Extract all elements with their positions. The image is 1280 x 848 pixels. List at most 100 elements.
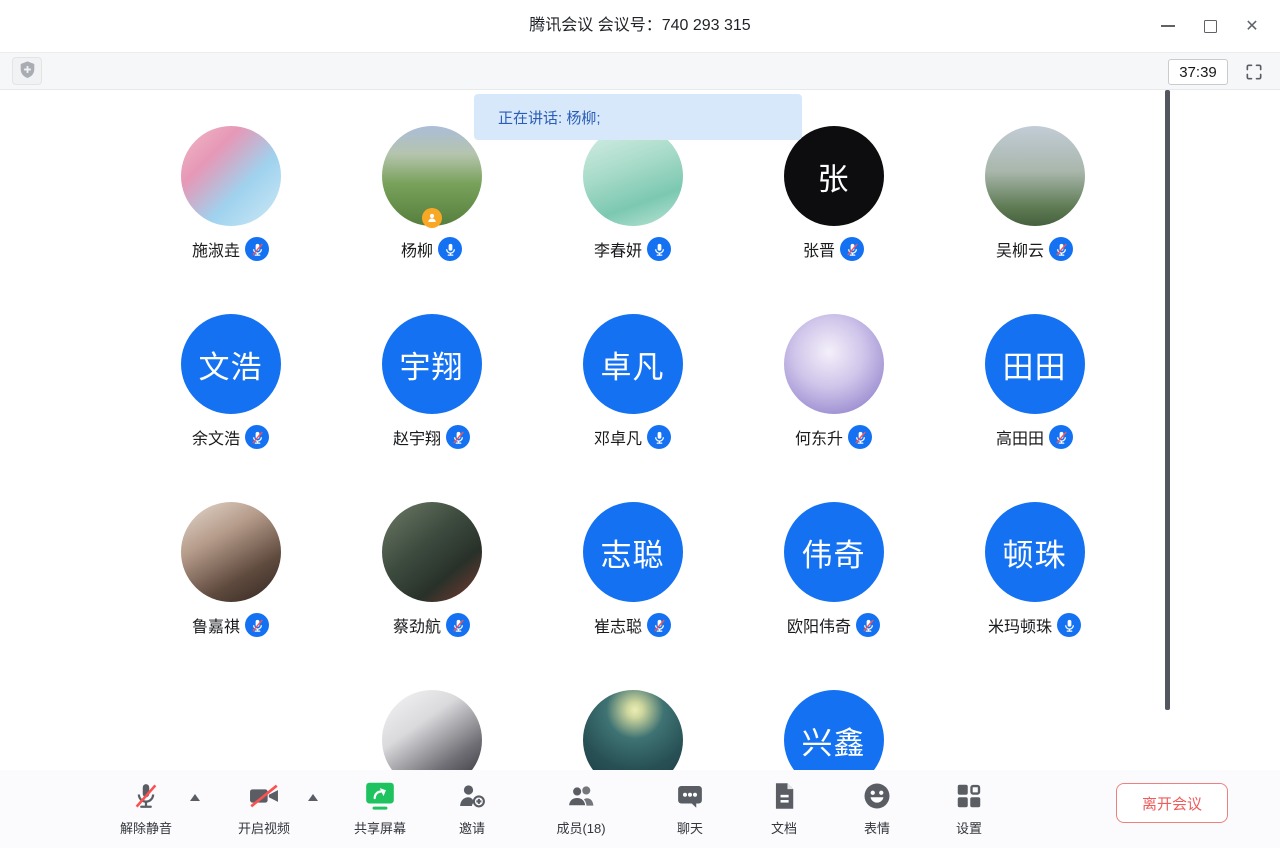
mic-on-icon xyxy=(1057,613,1081,637)
toolbar-label: 解除静音 xyxy=(120,818,172,837)
participant-tile[interactable]: 顿珠米玛顿珠 xyxy=(934,466,1135,654)
mic-muted-icon xyxy=(120,778,172,814)
participant-area: 正在讲话: 杨柳; 施淑垚杨柳李春妍张张晋吴柳云文浩余文浩宇翔赵宇翔卓凡邓卓凡何… xyxy=(0,90,1280,770)
toolbar-share-screen-button[interactable]: 共享屏幕 xyxy=(354,778,406,837)
mic-muted-icon xyxy=(245,425,269,449)
participant-tile[interactable]: 鲁嘉祺 xyxy=(130,466,331,654)
participant-avatar-initials: 兴鑫 xyxy=(784,690,884,770)
caret-up-icon[interactable] xyxy=(308,794,318,801)
members-icon xyxy=(556,778,605,814)
avatar-initials-text: 兴鑫 xyxy=(802,718,866,763)
participant-name: 邓卓凡 xyxy=(594,425,642,449)
settings-icon xyxy=(954,778,984,814)
toolbar-members-button[interactable]: 成员(18) xyxy=(556,778,605,837)
toolbar-invite-button[interactable]: 邀请 xyxy=(457,778,487,837)
toolbar-label: 开启视频 xyxy=(238,818,290,837)
participant-avatar-photo xyxy=(985,126,1085,226)
participant-name: 杨柳 xyxy=(401,237,433,261)
participant-avatar-photo xyxy=(382,126,482,226)
participant-tile[interactable]: 何东升 xyxy=(733,278,934,466)
mic-muted-icon xyxy=(848,425,872,449)
avatar-initials-text: 志聪 xyxy=(601,530,665,575)
avatar-initials-text: 田田 xyxy=(1003,342,1067,387)
participant-name: 高田田 xyxy=(996,425,1044,449)
participant-avatar-photo xyxy=(181,126,281,226)
participant-name: 余文浩 xyxy=(192,425,240,449)
participant-avatar-photo xyxy=(382,690,482,770)
toolbar-camera-off-button[interactable]: 开启视频 xyxy=(238,778,290,837)
leave-meeting-button[interactable]: 离开会议 xyxy=(1116,783,1228,823)
mic-on-icon xyxy=(647,425,671,449)
participant-tile[interactable]: 吴柳云 xyxy=(934,90,1135,278)
participant-tile[interactable]: 兴鑫 xyxy=(733,654,934,770)
avatar-initials-text: 宇翔 xyxy=(400,342,464,387)
mic-muted-icon xyxy=(245,237,269,261)
scrollbar-thumb[interactable] xyxy=(1165,90,1170,710)
toolbar-label: 共享屏幕 xyxy=(354,818,406,837)
participant-name: 崔志聪 xyxy=(594,613,642,637)
participant-tile[interactable] xyxy=(532,654,733,770)
meeting-security-button[interactable] xyxy=(12,57,42,85)
participant-name: 蔡劲航 xyxy=(393,613,441,637)
participant-name: 李春妍 xyxy=(594,237,642,261)
toolbar-emoji-button[interactable]: 表情 xyxy=(862,778,892,837)
toolbar-chat-button[interactable]: 聊天 xyxy=(675,778,705,837)
participant-name: 鲁嘉祺 xyxy=(192,613,240,637)
meeting-duration: 37:39 xyxy=(1168,59,1228,85)
speaking-banner-text: 正在讲话: 杨柳; xyxy=(498,107,601,128)
participant-tile[interactable]: 卓凡邓卓凡 xyxy=(532,278,733,466)
title-bar: 腾讯会议 会议号：740 293 315 ✕ xyxy=(0,0,1280,52)
participant-name: 赵宇翔 xyxy=(393,425,441,449)
toolbar-mic-muted-button[interactable]: 解除静音 xyxy=(120,778,172,837)
toolbar-label: 表情 xyxy=(862,818,892,837)
participant-tile[interactable] xyxy=(331,654,532,770)
participant-avatar-initials: 宇翔 xyxy=(382,314,482,414)
mic-on-icon xyxy=(647,237,671,261)
invite-icon xyxy=(457,778,487,814)
toolbar-docs-button[interactable]: 文档 xyxy=(770,778,798,837)
participant-name: 张晋 xyxy=(803,237,835,261)
participant-tile[interactable]: 田田高田田 xyxy=(934,278,1135,466)
mic-muted-icon xyxy=(446,613,470,637)
camera-off-icon xyxy=(238,778,290,814)
toolbar-label: 邀请 xyxy=(457,818,487,837)
participant-name: 米玛顿珠 xyxy=(988,613,1052,637)
toolbar-items: 解除静音 开启视频 共享屏幕 邀请 成员(18) 聊天 文档表情 设置 xyxy=(0,770,1280,848)
participant-avatar-initials: 志聪 xyxy=(583,502,683,602)
participant-avatar-initials: 伟奇 xyxy=(784,502,884,602)
participant-grid: 施淑垚杨柳李春妍张张晋吴柳云文浩余文浩宇翔赵宇翔卓凡邓卓凡何东升田田高田田鲁嘉祺… xyxy=(130,90,1280,770)
participant-tile[interactable]: 文浩余文浩 xyxy=(130,278,331,466)
participant-tile[interactable]: 施淑垚 xyxy=(130,90,331,278)
bottom-toolbar: 解除静音 开启视频 共享屏幕 邀请 成员(18) 聊天 文档表情 设置 离开会议 xyxy=(0,770,1280,848)
participant-avatar-photo xyxy=(583,690,683,770)
participant-tile[interactable]: 宇翔赵宇翔 xyxy=(331,278,532,466)
avatar-initials-text: 伟奇 xyxy=(802,530,866,575)
caret-up-icon[interactable] xyxy=(190,794,200,801)
toolbar-label: 设置 xyxy=(954,818,984,837)
participant-tile[interactable]: 伟奇欧阳伟奇 xyxy=(733,466,934,654)
mic-muted-icon xyxy=(1049,237,1073,261)
window-controls: ✕ xyxy=(1152,0,1268,52)
participant-tile[interactable]: 蔡劲航 xyxy=(331,466,532,654)
maximize-icon[interactable] xyxy=(1194,10,1226,42)
chat-icon xyxy=(675,778,705,814)
participant-avatar-photo xyxy=(784,314,884,414)
avatar-initials-text: 张 xyxy=(818,154,850,199)
close-icon[interactable]: ✕ xyxy=(1236,10,1268,42)
participant-avatar-initials: 卓凡 xyxy=(583,314,683,414)
mic-muted-icon xyxy=(245,613,269,637)
mic-muted-icon xyxy=(446,425,470,449)
toolbar-settings-button[interactable]: 设置 xyxy=(954,778,984,837)
toolbar-label: 成员(18) xyxy=(556,818,605,837)
emoji-icon xyxy=(862,778,892,814)
meeting-top-toolbar: 37:39 xyxy=(0,52,1280,90)
participant-tile[interactable]: 志聪崔志聪 xyxy=(532,466,733,654)
minimize-icon[interactable] xyxy=(1152,10,1184,42)
participant-avatar-photo xyxy=(181,502,281,602)
fullscreen-icon[interactable] xyxy=(1242,60,1266,84)
speaking-banner: 正在讲话: 杨柳; xyxy=(474,94,802,140)
host-badge-icon xyxy=(422,208,442,228)
participant-name: 何东升 xyxy=(795,425,843,449)
avatar-initials-text: 顿珠 xyxy=(1003,530,1067,575)
mic-muted-icon xyxy=(840,237,864,261)
